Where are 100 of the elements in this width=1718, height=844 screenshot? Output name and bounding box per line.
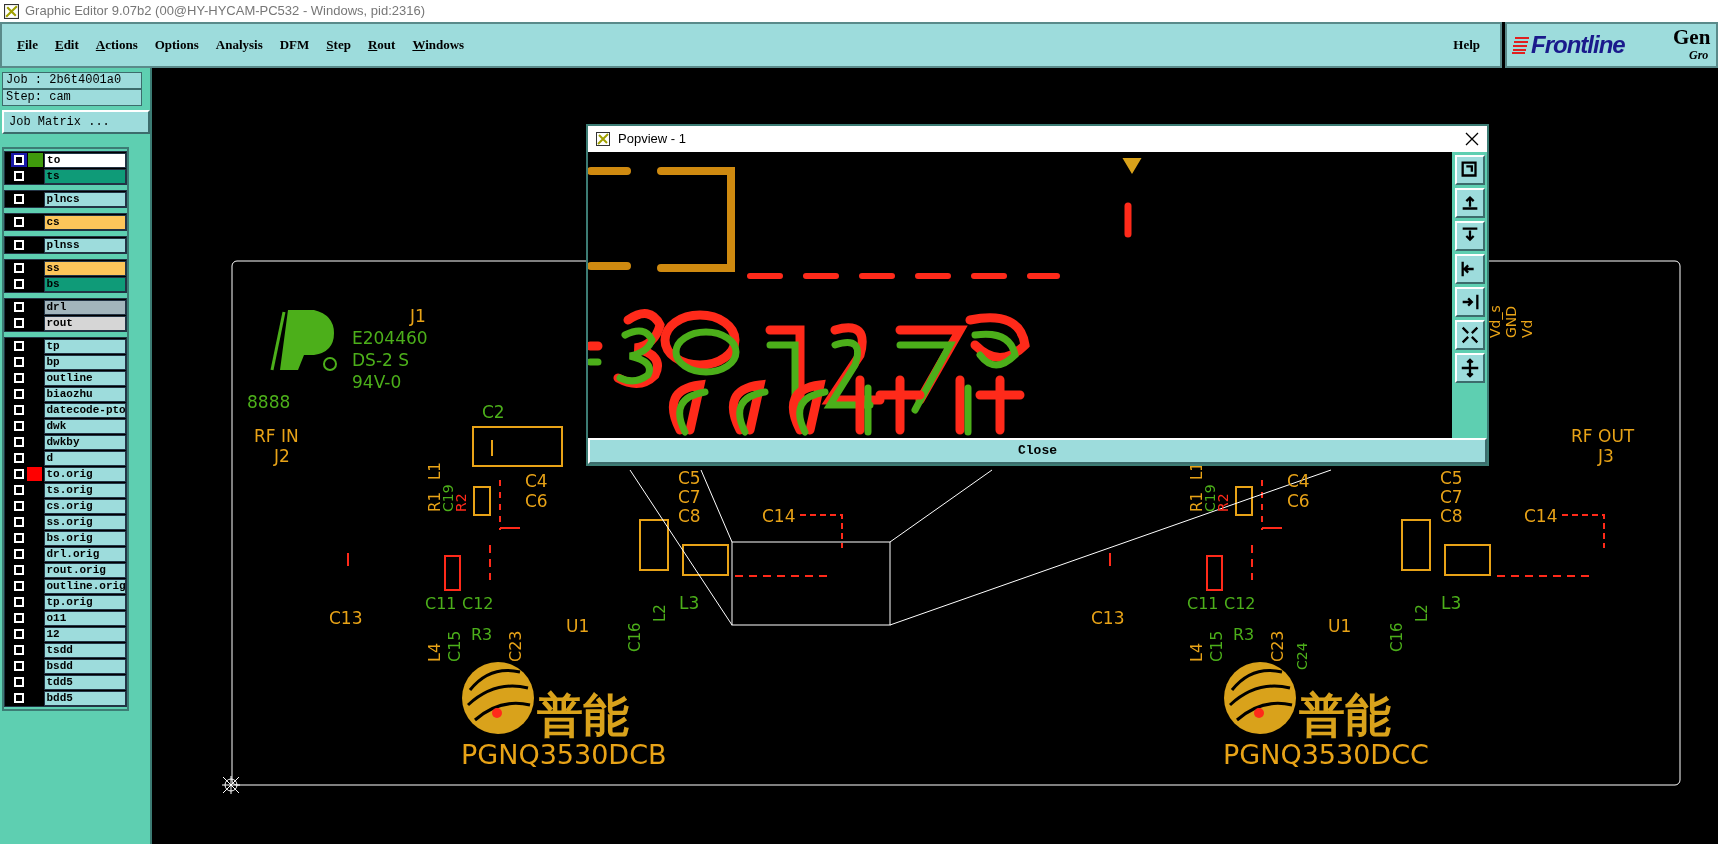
menu-item[interactable]: Help xyxy=(1453,35,1480,55)
layer-checkbox[interactable] xyxy=(13,421,24,431)
layer-checkbox[interactable] xyxy=(13,597,24,607)
toolbar-button[interactable] xyxy=(1454,320,1485,350)
layer-name[interactable]: plncs xyxy=(43,191,126,207)
silkscreen-label: R3 xyxy=(1233,625,1255,644)
layer-name[interactable]: d xyxy=(43,450,126,466)
silkscreen-label: C8 xyxy=(1440,506,1463,526)
menu-item[interactable]: Actions xyxy=(95,35,138,55)
layer-checkbox[interactable] xyxy=(13,341,24,351)
layer-name[interactable]: dwkby xyxy=(43,434,126,450)
close-button[interactable]: Close xyxy=(588,438,1487,464)
layer-name[interactable]: drl.orig xyxy=(43,546,126,562)
layer-name[interactable]: 12 xyxy=(43,626,126,642)
silkscreen-label: DS-2 S xyxy=(352,350,410,370)
layer-name[interactable]: bs.orig xyxy=(43,530,126,546)
layer-name[interactable]: tsdd xyxy=(43,642,126,658)
layer-checkbox[interactable] xyxy=(13,549,24,559)
layer-checkbox[interactable] xyxy=(13,629,24,639)
layer-checkbox[interactable] xyxy=(13,240,24,250)
layer-checkbox[interactable] xyxy=(13,318,24,328)
toolbar-button[interactable] xyxy=(1454,254,1485,284)
layer-name[interactable]: bsdd xyxy=(43,658,126,674)
silkscreen-label: 8888 xyxy=(247,392,291,412)
layer-checkbox[interactable] xyxy=(13,357,24,367)
layer-name[interactable]: to.orig xyxy=(43,466,126,482)
job-label: Job : 2b6t4001a0 xyxy=(2,72,142,89)
layer-checkbox[interactable] xyxy=(13,501,24,511)
layer-name[interactable]: drl xyxy=(43,299,126,315)
layer-name[interactable]: ss xyxy=(43,260,126,276)
layer-checkbox[interactable] xyxy=(13,565,24,575)
layer-name[interactable]: plnss xyxy=(43,237,126,253)
layer-name[interactable]: bs xyxy=(43,276,126,292)
layer-name[interactable]: ts xyxy=(43,168,126,184)
menu-item[interactable]: Windows xyxy=(412,35,465,55)
layer-name[interactable]: ts.orig xyxy=(43,482,126,498)
layer-name[interactable]: outline.orig xyxy=(43,578,126,594)
trace-line xyxy=(1561,514,1605,549)
layer-name[interactable]: biaozhu xyxy=(43,386,126,402)
layer-checkbox[interactable] xyxy=(13,613,24,623)
layer-checkbox[interactable] xyxy=(13,581,24,591)
trace-line xyxy=(347,552,349,567)
layer-name[interactable]: to xyxy=(44,152,126,168)
layer-checkbox[interactable] xyxy=(13,437,24,447)
layer-checkbox[interactable] xyxy=(13,263,24,273)
silkscreen-label: RF OUT xyxy=(1571,426,1635,446)
menu-item[interactable]: Analysis xyxy=(215,35,263,55)
app-icon xyxy=(596,132,610,146)
layer-checkbox[interactable] xyxy=(13,533,24,543)
layer-name[interactable]: cs.orig xyxy=(43,498,126,514)
layer-checkbox[interactable] xyxy=(13,677,24,687)
toolbar-button[interactable] xyxy=(1454,155,1485,185)
job-matrix-button[interactable]: Job Matrix ... xyxy=(2,110,150,134)
layer-checkbox[interactable] xyxy=(13,469,24,479)
layer-checkbox[interactable] xyxy=(13,693,24,703)
component-outline xyxy=(1444,544,1491,576)
layer-checkbox[interactable] xyxy=(13,194,24,204)
layer-checkbox[interactable] xyxy=(13,389,24,399)
layer-name[interactable]: bdd5 xyxy=(43,690,126,706)
layer-name[interactable]: dwk xyxy=(43,418,126,434)
menu-item[interactable]: Edit xyxy=(54,35,79,55)
layer-name[interactable]: rout xyxy=(43,315,126,331)
layer-checkbox[interactable] xyxy=(13,453,24,463)
silkscreen-label: C11 xyxy=(425,594,457,613)
layer-checkbox[interactable] xyxy=(13,171,24,181)
silkscreen-label: C13 xyxy=(329,608,363,628)
layer-name[interactable]: tdd5 xyxy=(43,674,126,690)
silkscreen-label: GND xyxy=(1503,305,1519,338)
toolbar-button[interactable] xyxy=(1454,221,1485,251)
menu-item[interactable]: File xyxy=(17,35,38,55)
popview-canvas[interactable] xyxy=(588,152,1452,438)
layer-checkbox[interactable] xyxy=(13,517,24,527)
silkscreen-label: E204460 xyxy=(352,328,428,348)
menu-item[interactable]: Step xyxy=(326,35,351,55)
layer-name[interactable]: o11 xyxy=(43,610,126,626)
layer-checkbox[interactable] xyxy=(13,645,24,655)
close-icon[interactable] xyxy=(1465,132,1479,146)
layer-name[interactable]: datecode-pto xyxy=(43,402,126,418)
layer-checkbox[interactable] xyxy=(13,302,24,312)
toolbar-button[interactable] xyxy=(1454,188,1485,218)
layer-name[interactable]: ss.orig xyxy=(43,514,126,530)
toolbar-button[interactable] xyxy=(1454,287,1485,317)
layer-checkbox[interactable] xyxy=(13,217,24,227)
brand-name: Frontline xyxy=(1531,30,1625,60)
menu-item[interactable]: Rout xyxy=(367,35,396,55)
layer-name[interactable]: rout.orig xyxy=(43,562,126,578)
menu-item[interactable]: Options xyxy=(154,35,199,55)
trace-line xyxy=(799,514,843,549)
menu-item[interactable]: DFM xyxy=(279,35,310,55)
layer-name[interactable]: bp xyxy=(43,354,126,370)
layer-name[interactable]: tp xyxy=(43,338,126,354)
layer-name[interactable]: cs xyxy=(43,214,126,230)
layer-checkbox[interactable] xyxy=(13,279,24,289)
layer-checkbox[interactable] xyxy=(13,373,24,383)
layer-checkbox[interactable] xyxy=(13,661,24,671)
layer-name[interactable]: outline xyxy=(43,370,126,386)
toolbar-button[interactable] xyxy=(1454,353,1485,383)
layer-checkbox[interactable] xyxy=(13,405,24,415)
layer-checkbox[interactable] xyxy=(13,485,24,495)
layer-name[interactable]: tp.orig xyxy=(43,594,126,610)
